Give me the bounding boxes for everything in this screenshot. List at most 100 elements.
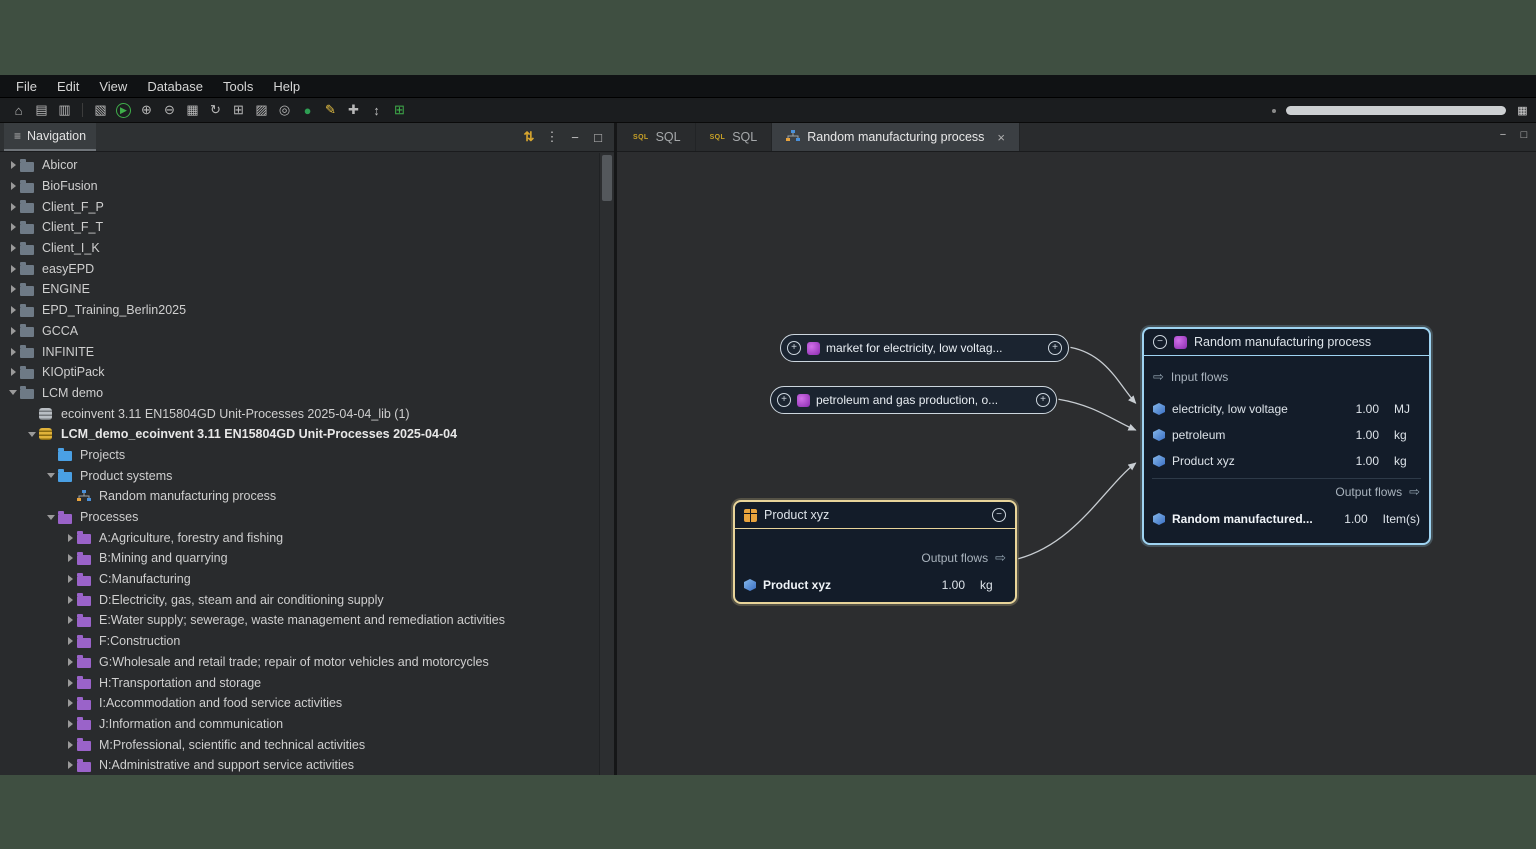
save-as-icon[interactable]: ▥ <box>54 101 75 120</box>
product-node-header[interactable]: Product xyz− <box>735 502 1015 529</box>
chevron-right-icon[interactable] <box>6 182 20 190</box>
chevron-right-icon[interactable] <box>6 348 20 356</box>
chevron-right-icon[interactable] <box>6 223 20 231</box>
tree-item[interactable]: I:Accommodation and food service activit… <box>0 693 614 714</box>
chart-icon[interactable]: ▨ <box>251 101 272 120</box>
tab-sql[interactable]: SQLSQL <box>619 123 696 151</box>
chevron-down-icon[interactable] <box>44 473 58 478</box>
table-icon[interactable]: ▦ <box>182 101 203 120</box>
tree-item[interactable]: KIOptiPack <box>0 362 614 383</box>
run-icon[interactable]: ▶ <box>116 103 131 118</box>
flow-row[interactable]: Random manufactured...1.00Item(s) <box>1153 505 1420 533</box>
chevron-right-icon[interactable] <box>63 720 77 728</box>
chevron-right-icon[interactable] <box>63 637 77 645</box>
tab-random-manufacturing-process[interactable]: Random manufacturing process× <box>772 123 1020 151</box>
menu-help[interactable]: Help <box>263 77 310 96</box>
expand-left-icon[interactable]: + <box>787 341 801 355</box>
tree-item[interactable]: Client_F_T <box>0 217 614 238</box>
menu-tools[interactable]: Tools <box>213 77 263 96</box>
tree-item[interactable]: G:Wholesale and retail trade; repair of … <box>0 652 614 673</box>
flow-row[interactable]: Product xyz1.00kg <box>744 571 1006 599</box>
chevron-right-icon[interactable] <box>63 575 77 583</box>
chevron-right-icon[interactable] <box>63 679 77 687</box>
tree-item[interactable]: Abicor <box>0 155 614 176</box>
collapse-icon[interactable]: − <box>992 508 1006 522</box>
tree-item[interactable]: J:Information and communication <box>0 714 614 735</box>
expand-right-icon[interactable]: + <box>1036 393 1050 407</box>
flow-row[interactable]: Product xyz1.00kg <box>1153 448 1420 474</box>
tree-item[interactable]: C:Manufacturing <box>0 569 614 590</box>
chevron-right-icon[interactable] <box>6 203 20 211</box>
refresh-icon[interactable]: ↻ <box>205 101 226 120</box>
tree-item[interactable]: LCM_demo_ecoinvent 3.11 EN15804GD Unit-P… <box>0 424 614 445</box>
flow-row[interactable]: electricity, low voltage1.00MJ <box>1153 396 1420 422</box>
tree-item[interactable]: ecoinvent 3.11 EN15804GD Unit-Processes … <box>0 403 614 424</box>
navigation-scrollbar-thumb[interactable] <box>602 155 612 201</box>
tree-item[interactable]: D:Electricity, gas, steam and air condit… <box>0 589 614 610</box>
minimize-editor-icon[interactable]: − <box>1496 128 1510 142</box>
tree-item[interactable]: INFINITE <box>0 341 614 362</box>
expand-right-icon[interactable]: + <box>1048 341 1062 355</box>
chevron-right-icon[interactable] <box>63 761 77 769</box>
provider-node-petroleum-provider[interactable]: +petroleum and gas production, o...+ <box>770 386 1057 414</box>
chevron-right-icon[interactable] <box>6 161 20 169</box>
chevron-right-icon[interactable] <box>6 265 20 273</box>
expand-left-icon[interactable]: + <box>777 393 791 407</box>
validate-icon[interactable]: ● <box>297 101 318 120</box>
tree-item[interactable]: Processes <box>0 507 614 528</box>
chevron-down-icon[interactable] <box>6 390 20 395</box>
tree-item[interactable]: F:Construction <box>0 631 614 652</box>
chevron-right-icon[interactable] <box>63 554 77 562</box>
chevron-down-icon[interactable] <box>25 432 39 437</box>
collapse-icon[interactable]: − <box>1153 335 1167 349</box>
tree-item[interactable]: A:Agriculture, forestry and fishing <box>0 527 614 548</box>
flow-row[interactable]: petroleum1.00kg <box>1153 422 1420 448</box>
chevron-right-icon[interactable] <box>6 327 20 335</box>
process-node-header[interactable]: −Random manufacturing process <box>1144 329 1429 356</box>
tree-item[interactable]: M:Professional, scientific and technical… <box>0 734 614 755</box>
chevron-right-icon[interactable] <box>63 658 77 666</box>
chevron-right-icon[interactable] <box>63 596 77 604</box>
minimize-icon[interactable]: − <box>565 127 585 147</box>
chevron-right-icon[interactable] <box>63 741 77 749</box>
tree-item[interactable]: Client_I_K <box>0 238 614 259</box>
chevron-right-icon[interactable] <box>6 244 20 252</box>
tree-item[interactable]: ENGINE <box>0 279 614 300</box>
save-icon[interactable]: ▤ <box>31 101 52 120</box>
tree-item[interactable]: easyEPD <box>0 258 614 279</box>
provider-node-electricity-provider[interactable]: +market for electricity, low voltag...+ <box>780 334 1069 362</box>
move-icon[interactable]: ✚ <box>343 101 364 120</box>
tree-item[interactable]: EPD_Training_Berlin2025 <box>0 300 614 321</box>
toolbar-scrollbar[interactable] <box>1286 106 1506 115</box>
menu-file[interactable]: File <box>6 77 47 96</box>
chevron-right-icon[interactable] <box>6 368 20 376</box>
tab-close-icon[interactable]: × <box>997 130 1005 145</box>
hierarchy-icon[interactable]: ⊞ <box>228 101 249 120</box>
view-menu-icon[interactable]: ⋮ <box>542 127 562 147</box>
chevron-right-icon[interactable] <box>63 616 77 624</box>
tree-item[interactable]: BioFusion <box>0 176 614 197</box>
chevron-right-icon[interactable] <box>63 534 77 542</box>
tree-item[interactable]: N:Administrative and support service act… <box>0 755 614 775</box>
product-node[interactable]: Product xyz−Output flows⇨Product xyz1.00… <box>733 500 1017 604</box>
tree-item[interactable]: Client_F_P <box>0 196 614 217</box>
chevron-right-icon[interactable] <box>63 699 77 707</box>
maximize-icon[interactable]: □ <box>588 127 608 147</box>
navigation-view-tab[interactable]: ≡ Navigation <box>4 123 96 151</box>
tree-item[interactable]: B:Mining and quarrying <box>0 548 614 569</box>
new-document-icon[interactable]: ▧ <box>90 101 111 120</box>
sync-icon[interactable]: ⇅ <box>519 127 539 147</box>
home-icon[interactable]: ⌂ <box>8 101 29 120</box>
zoom-in-icon[interactable]: ⊕ <box>136 101 157 120</box>
menu-edit[interactable]: Edit <box>47 77 89 96</box>
maximize-editor-icon[interactable]: □ <box>1517 128 1531 142</box>
tree-item[interactable]: Product systems <box>0 465 614 486</box>
tree-item[interactable]: GCCA <box>0 321 614 342</box>
tree-item[interactable]: H:Transportation and storage <box>0 672 614 693</box>
menu-view[interactable]: View <box>89 77 137 96</box>
process-node[interactable]: −Random manufacturing process⇨Input flow… <box>1142 327 1431 545</box>
edit-icon[interactable]: ✎ <box>320 101 341 120</box>
expand-icon[interactable]: ↕ <box>366 101 387 120</box>
tab-sql[interactable]: SQLSQL <box>696 123 773 151</box>
tree-item[interactable]: E:Water supply; sewerage, waste manageme… <box>0 610 614 631</box>
